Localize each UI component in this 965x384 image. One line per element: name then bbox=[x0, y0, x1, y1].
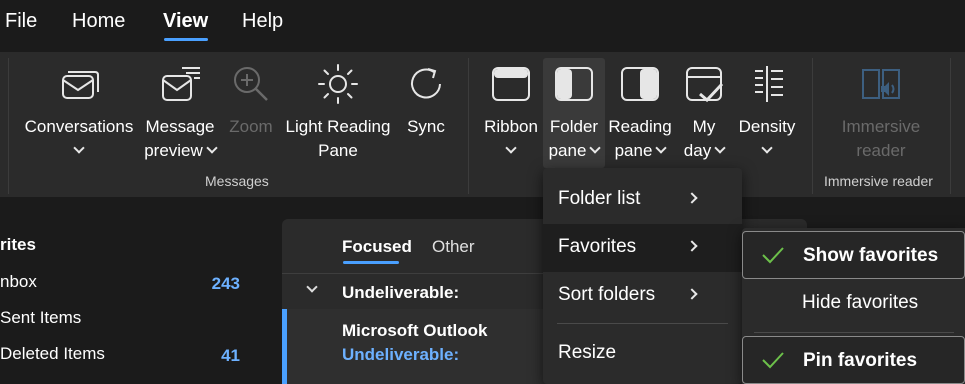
sync-icon bbox=[411, 68, 441, 99]
folder-pane-icon bbox=[555, 67, 593, 101]
tab-home[interactable]: Home bbox=[72, 10, 125, 33]
immersive-reader-icon bbox=[862, 69, 900, 99]
chevron-down-icon bbox=[714, 142, 726, 154]
menu-item-show-favorites[interactable]: Show favorites bbox=[742, 231, 965, 279]
density-button[interactable]: Density bbox=[734, 62, 800, 172]
tab-help[interactable]: Help bbox=[242, 10, 283, 33]
menu-item-resize[interactable]: Resize bbox=[543, 330, 742, 378]
light-reading-pane-label: Light Reading Pane bbox=[285, 117, 391, 160]
tab-focused[interactable]: Focused bbox=[342, 237, 412, 257]
menu-item-folder-list[interactable]: Folder list bbox=[543, 176, 742, 224]
checkmark-icon bbox=[762, 247, 784, 264]
conversations-icon bbox=[62, 71, 99, 99]
tab-other[interactable]: Other bbox=[432, 237, 475, 257]
reading-pane-button[interactable]: Reading pane bbox=[606, 62, 674, 172]
submenu-item-label: Pin favorites bbox=[803, 350, 918, 371]
chevron-right-icon bbox=[686, 240, 698, 252]
chevron-down-icon bbox=[589, 142, 602, 154]
favorites-section-title[interactable]: rites bbox=[0, 235, 36, 255]
density-icon bbox=[755, 66, 783, 102]
chevron-down-icon bbox=[206, 142, 218, 154]
menu-item-label: Folder list bbox=[558, 188, 641, 209]
conversations-button[interactable]: Conversations bbox=[20, 62, 138, 172]
density-label: Density bbox=[734, 115, 800, 163]
focused-tab-indicator bbox=[343, 261, 399, 264]
chevron-down-icon bbox=[655, 142, 668, 154]
ribbon-divider bbox=[468, 58, 469, 194]
unread-count: 41 bbox=[221, 346, 240, 365]
zoom-in-icon bbox=[234, 67, 268, 101]
menu-item-sort-folders[interactable]: Sort folders bbox=[543, 272, 742, 320]
reading-pane-label: Reading pane bbox=[608, 117, 672, 160]
submenu-item-label: Show favorites bbox=[803, 245, 939, 266]
folder-pane-button[interactable]: Folder pane bbox=[543, 58, 605, 168]
menu-item-label: Favorites bbox=[558, 236, 637, 257]
favorites-submenu: Show favorites Hide favorites Pin favori… bbox=[742, 228, 965, 384]
selected-indicator bbox=[282, 309, 287, 384]
chevron-right-icon bbox=[686, 192, 698, 204]
unread-count: 243 bbox=[211, 274, 240, 293]
menu-item-label: Resize bbox=[558, 342, 617, 363]
chevron-right-icon bbox=[686, 288, 698, 300]
my-day-button[interactable]: My day bbox=[676, 62, 732, 172]
chevron-down-icon bbox=[761, 142, 773, 154]
message-preview-button[interactable]: Message preview bbox=[138, 62, 222, 172]
chevron-down-icon bbox=[505, 142, 517, 154]
active-tab-indicator bbox=[164, 38, 208, 41]
sun-icon bbox=[318, 64, 358, 104]
chevron-down-icon bbox=[73, 142, 85, 154]
calendar-check-icon bbox=[686, 67, 724, 103]
menu-item-favorites[interactable]: Favorites bbox=[543, 224, 742, 272]
message-sender: Microsoft Outlook bbox=[342, 321, 488, 340]
zoom-button: Zoom bbox=[224, 62, 278, 172]
folder-pane-menu: Folder list Favorites Sort folders Resiz… bbox=[543, 168, 742, 384]
menu-item-pin-favorites[interactable]: Pin favorites bbox=[742, 336, 965, 384]
message-preview-icon bbox=[162, 67, 200, 101]
ribbon-layout-button[interactable]: Ribbon bbox=[480, 62, 542, 172]
sync-button[interactable]: Sync bbox=[398, 62, 454, 172]
menu-divider bbox=[557, 323, 728, 324]
tab-file[interactable]: File bbox=[5, 10, 37, 33]
ribbon-divider bbox=[950, 58, 951, 194]
immersive-reader-group-label: Immersive reader bbox=[824, 173, 933, 189]
immersive-reader-button: Immersive reader bbox=[826, 62, 936, 172]
menu-bar: File Home View Help bbox=[0, 0, 965, 50]
immersive-reader-label: Immersive reader bbox=[841, 117, 921, 160]
ribbon-layout-icon bbox=[492, 67, 530, 101]
chevron-down-icon bbox=[306, 281, 318, 293]
messages-group-label: Messages bbox=[205, 173, 269, 189]
folder-pane: rites nbox 243 Sent Items Deleted Items … bbox=[0, 197, 280, 384]
sync-label: Sync bbox=[407, 117, 445, 136]
my-day-label: My day bbox=[676, 115, 732, 163]
reading-pane-icon bbox=[621, 67, 659, 101]
group-header-subject: Undeliverable: bbox=[342, 283, 460, 302]
submenu-item-label: Hide favorites bbox=[802, 292, 919, 313]
tab-view[interactable]: View bbox=[163, 10, 208, 33]
message-subject: Undeliverable: bbox=[342, 345, 460, 364]
folder-item-sent[interactable]: Sent Items bbox=[0, 308, 81, 328]
ribbon: Conversations Message preview Zoom Light… bbox=[0, 52, 965, 197]
checkmark-icon bbox=[762, 352, 784, 369]
light-reading-pane-button[interactable]: Light Reading Pane bbox=[280, 62, 396, 172]
menu-item-hide-favorites[interactable]: Hide favorites bbox=[742, 279, 965, 327]
ribbon-divider bbox=[8, 58, 9, 194]
folder-pane-label: Folder pane bbox=[543, 115, 605, 163]
folder-item-inbox[interactable]: nbox bbox=[0, 272, 37, 292]
ribbon-divider bbox=[812, 58, 813, 194]
menu-divider bbox=[754, 332, 954, 333]
menu-item-label: Sort folders bbox=[558, 284, 656, 305]
folder-item-deleted[interactable]: Deleted Items bbox=[0, 344, 105, 364]
message-preview-label: Message preview bbox=[138, 115, 222, 163]
ribbon-layout-label: Ribbon bbox=[480, 115, 542, 163]
conversations-label: Conversations bbox=[20, 115, 138, 163]
zoom-label: Zoom bbox=[229, 117, 273, 136]
